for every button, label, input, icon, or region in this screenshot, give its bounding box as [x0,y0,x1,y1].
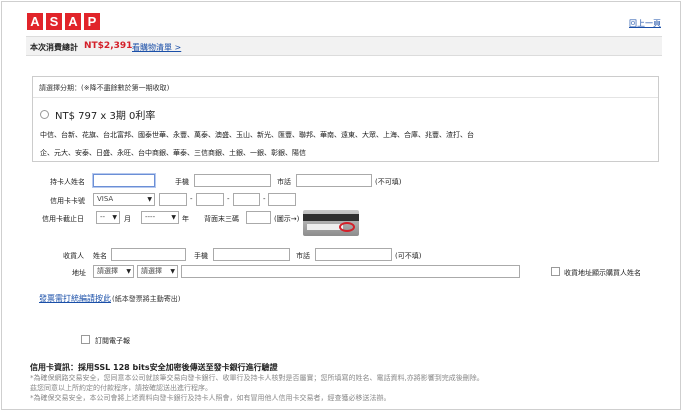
logo-letter: A [65,13,81,30]
divider [33,97,658,98]
recipient-name-input[interactable] [111,248,186,261]
chevron-down-icon: ▼ [147,196,152,203]
view-cart-link[interactable]: 看購物清單 > [132,42,181,53]
card-type-value: VISA [97,195,114,203]
bank-list-line: 中信、台新、花旗、台北富邦、國泰世華、永豐、萬泰、澳盛、玉山、新光、匯豐、聯邦、… [40,131,474,139]
installment-option-label: NT$ 797 x 3期 0利率 [55,111,156,122]
expiry-label: 信用卡截止日 [42,215,84,223]
holder-mobile-label: 手機 [175,178,189,186]
logo-letter: A [27,13,43,30]
newsletter-label: 訂閱電子報 [95,337,130,345]
holder-mobile-input[interactable] [194,174,271,187]
card-number-part1[interactable] [159,193,187,206]
separator: - [263,195,266,203]
same-holder-label: 收貨地址顯示購買人姓名 [564,269,641,277]
security-note-line: *為確保網路交易安全，您同意本公司就該筆交易向發卡銀行、收單行及持卡人核對是否屬… [30,374,484,382]
city-select[interactable]: 請選擇 ▼ [93,265,134,278]
security-note-title: 信用卡資訊：採用SSL 128 bits安全加密後傳送至發卡銀行進行驗證 [30,363,278,372]
city-placeholder: 請選擇 [97,267,118,275]
recipient-mobile-input[interactable] [213,248,290,261]
recipient-mobile-label: 手機 [194,252,208,260]
bank-list-line: 企、元大、安泰、日盛、永旺、台中商銀、華泰、三信商銀、土銀、一銀、彰銀、陽信 [40,149,306,157]
invoice-tax-id-link[interactable]: 發票需打統編請按此 [39,293,111,304]
chevron-down-icon: ▼ [171,214,176,221]
recipient-phone-label: 市話 [296,252,310,260]
address-label: 地址 [72,269,86,277]
total-amount: NT$2,391 [84,41,133,51]
chevron-down-icon: ▼ [112,214,117,221]
cvv-hint: (圖示→) [274,215,300,223]
expiry-month-value: -- [100,213,106,221]
recipient-phone-note: (可不填) [395,252,422,260]
district-select[interactable]: 請選擇 ▼ [137,265,178,278]
month-unit-label: 月 [124,215,131,223]
cvv-label: 背面末三碼 [204,215,239,223]
recipient-name-label: 姓名 [93,252,107,260]
holder-phone-input[interactable] [296,174,372,187]
card-type-select[interactable]: VISA ▼ [93,193,155,206]
district-placeholder: 請選擇 [141,267,162,275]
holder-phone-note: (不可填) [375,178,402,186]
card-number-part3[interactable] [233,193,260,206]
invoice-note: (紙本發票將主動寄出) [112,295,181,303]
separator: - [190,195,193,203]
chevron-down-icon: ▼ [170,268,175,275]
separator: - [227,195,230,203]
card-number-label: 信用卡卡號 [50,197,85,205]
expiry-month-select[interactable]: -- ▼ [96,211,120,224]
expiry-year-value: ---- [145,213,156,221]
card-back-illustration [303,210,359,236]
holder-phone-label: 市話 [277,178,291,186]
total-label: 本次消費總計 [30,43,78,52]
address-input[interactable] [181,265,520,278]
asap-logo[interactable]: A S A P [27,13,100,30]
holder-name-label: 持卡人姓名 [50,178,85,186]
logo-letter: S [46,13,62,30]
recipient-phone-input[interactable] [315,248,392,261]
holder-name-input[interactable] [93,174,155,187]
installment-panel: 請選擇分期：(※降不盡餘數於第一期收取) NT$ 797 x 3期 0利率 中信… [32,76,659,162]
card-number-part2[interactable] [196,193,224,206]
year-unit-label: 年 [182,215,189,223]
security-note-line: *為確保交易安全，本公司會將上述資料向發卡銀行及持卡人照會，如有冒用他人信用卡交… [30,394,391,402]
chevron-down-icon: ▼ [126,268,131,275]
bank-list: 中信、台新、花旗、台北富邦、國泰世華、永豐、萬泰、澳盛、玉山、新光、匯豐、聯邦、… [40,126,640,162]
expiry-year-select[interactable]: ---- ▼ [141,211,179,224]
installment-hint: 請選擇分期：(※降不盡餘數於第一期收取) [39,84,170,92]
card-number-part4[interactable] [268,193,296,206]
recipient-label: 收貨人 [63,252,84,260]
back-link[interactable]: 回上一頁 [629,18,661,29]
same-holder-checkbox[interactable] [551,267,560,276]
cvv-input[interactable] [246,211,271,224]
installment-radio[interactable] [40,110,49,119]
installment-option[interactable]: NT$ 797 x 3期 0利率 [40,107,155,122]
order-summary-bar: 本次消費總計 NT$2,391 看購物清單 > [26,36,662,56]
logo-letter: P [84,13,100,30]
security-note-line: 茲您同意以上所約定的付款程序，請按確認送出進行程序。 [30,384,212,392]
newsletter-checkbox[interactable] [81,335,90,344]
